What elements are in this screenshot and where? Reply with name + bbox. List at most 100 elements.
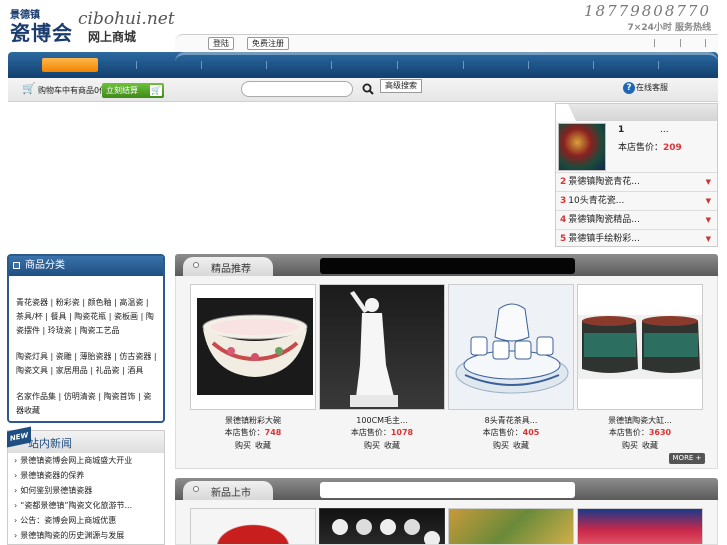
category-link[interactable]: 陶瓷首饰 [104, 392, 136, 401]
category-link[interactable]: 陶瓷花瓶 [74, 312, 106, 321]
more-button[interactable]: MORE + [669, 453, 705, 464]
product-name[interactable]: 景德镇粉彩大碗 [190, 415, 316, 427]
new-product-image[interactable] [319, 508, 445, 544]
product-actions: 购买 收藏 [319, 439, 445, 453]
plus-icon: + [695, 454, 702, 462]
category-link[interactable]: 陶瓷文具 [16, 366, 48, 375]
logo-subtitle: 网上商城 [88, 30, 137, 44]
ranking-top-price: 本店售价：209 [618, 140, 682, 153]
buy-button[interactable]: 购买 [364, 441, 380, 450]
product-image[interactable] [319, 284, 445, 410]
category-separator: | [143, 298, 149, 307]
news-item[interactable]: 景德镇陶瓷的历史渊源与发展 [8, 528, 164, 543]
price-label: 本店售价： [350, 428, 391, 437]
new-product-image[interactable] [448, 508, 574, 544]
product-name[interactable]: 100CM毛主... [319, 415, 445, 427]
news-item[interactable]: 景德镇瓷博会网上商城盛大开业 [8, 453, 164, 468]
new-arrivals-banner-bar [320, 482, 575, 498]
advanced-search-button[interactable]: 高级搜索 [380, 79, 422, 93]
product-image[interactable] [577, 284, 703, 410]
product-card: 景德镇粉彩大碗 本店售价：748 购买 收藏 [190, 284, 316, 456]
news-item[interactable]: 如何鉴别景德镇瓷器 [8, 483, 164, 498]
ranking-tab [556, 104, 576, 121]
favorite-button[interactable]: 收藏 [513, 441, 529, 450]
login-button[interactable]: 登陆 [208, 37, 234, 50]
new-arrivals-header: 新品上市 [175, 478, 718, 500]
ranking-top-name[interactable]: ... [660, 125, 669, 135]
new-arrivals-title: 新品上市 [211, 488, 251, 499]
product-card: 景德镇陶瓷大缸... 本店售价：3630 购买 收藏 [577, 284, 703, 456]
favorite-button[interactable]: 收藏 [255, 441, 271, 450]
category-link[interactable]: 礼品瓷 [96, 366, 120, 375]
category-link[interactable]: 仿明清瓷 [64, 392, 96, 401]
category-link[interactable]: 茶具/杯 [16, 312, 43, 321]
chevron-down-icon[interactable]: ▼ [706, 192, 711, 211]
cart-icon[interactable]: 🛒 [22, 83, 36, 95]
category-link[interactable]: 瓷板画 [114, 312, 138, 321]
ranking-header [556, 104, 717, 121]
product-actions: 购买 收藏 [448, 439, 574, 453]
product-card: 100CM毛主... 本店售价：1078 购买 收藏 [319, 284, 445, 456]
category-link[interactable]: 餐具 [50, 312, 66, 321]
product-image[interactable] [190, 284, 316, 410]
product-image[interactable] [448, 284, 574, 410]
category-link[interactable]: 陶瓷灯具 [16, 352, 48, 361]
buy-button[interactable]: 购买 [493, 441, 509, 450]
ranking-row[interactable]: 5 景德镇手绘粉彩... ▼ [556, 230, 717, 249]
favorite-button[interactable]: 收藏 [384, 441, 400, 450]
category-link[interactable]: 瓷雕 [56, 352, 72, 361]
search-input[interactable] [241, 81, 353, 97]
new-product-image[interactable] [577, 508, 703, 544]
top-divider [705, 39, 706, 47]
ranking-row[interactable]: 3 10头青花瓷... ▼ [556, 192, 717, 211]
price-value: 748 [264, 428, 282, 437]
ranking-number: 4 [560, 215, 567, 225]
chevron-down-icon[interactable]: ▼ [706, 211, 711, 230]
category-link[interactable]: 玲珑瓷 [48, 326, 72, 335]
news-item[interactable]: 公告：瓷博会网上商城优惠 [8, 513, 164, 528]
category-link[interactable]: 青花瓷器 [16, 298, 48, 307]
register-button[interactable]: 免费注册 [247, 37, 289, 50]
search-icon[interactable] [362, 83, 374, 95]
category-link[interactable]: 名家作品集 [16, 392, 56, 401]
category-link[interactable]: 家居用品 [56, 366, 88, 375]
top-divider [680, 39, 681, 47]
product-name[interactable]: 8头青花茶具... [448, 415, 574, 427]
category-header: 商品分类 [9, 256, 163, 276]
ranking-name: 10头青花瓷... [568, 196, 625, 206]
ranking-top-thumbnail[interactable] [558, 123, 606, 171]
product-name[interactable]: 景德镇陶瓷大缸... [577, 415, 703, 427]
category-link[interactable]: 薄胎瓷器 [80, 352, 112, 361]
product-price: 本店售价：1078 [319, 427, 445, 439]
buy-button[interactable]: 购买 [622, 441, 638, 450]
category-separator: | [48, 366, 56, 375]
chevron-down-icon[interactable]: ▼ [706, 173, 711, 192]
category-separator: | [71, 326, 80, 335]
favorite-button[interactable]: 收藏 [642, 441, 658, 450]
price-value: 1078 [390, 428, 414, 437]
news-item[interactable]: 景德镇瓷器的保养 [8, 468, 164, 483]
ranking-row[interactable]: 2 景德镇陶瓷青花... ▼ [556, 173, 717, 192]
new-product-image[interactable] [190, 508, 316, 544]
news-item[interactable]: “瓷都景德镇”陶瓷文化旅游节... [8, 498, 164, 513]
category-separator: | [95, 392, 104, 401]
category-link[interactable]: 酒具 [127, 366, 143, 375]
online-service-link[interactable]: ? 在线客服 [623, 82, 668, 94]
chevron-down-icon[interactable]: ▼ [706, 230, 711, 249]
product-price: 本店售价：748 [190, 427, 316, 439]
category-link[interactable]: 粉彩瓷 [56, 298, 80, 307]
price-value: 3630 [648, 428, 672, 437]
checkout-label: 立刻结算 [106, 86, 138, 95]
nav-item-active[interactable] [42, 58, 98, 72]
site-logo[interactable]: 景德镇 瓷博会 cibohui.net 网上商城 [8, 6, 175, 46]
category-separator: | [106, 312, 115, 321]
category-link[interactable]: 高温瓷 [119, 298, 143, 307]
category-link[interactable]: 颜色釉 [88, 298, 112, 307]
product-price: 本店售价：3630 [577, 427, 703, 439]
ranking-row[interactable]: 4 景德镇陶瓷精品... ▼ [556, 211, 717, 230]
ranking-top-item[interactable]: 1 ... 本店售价：209 [556, 121, 717, 173]
buy-button[interactable]: 购买 [235, 441, 251, 450]
category-link[interactable]: 陶瓷工艺品 [80, 326, 120, 335]
checkout-button[interactable]: 立刻结算 🛒 [102, 83, 164, 98]
category-link[interactable]: 仿古瓷器 [119, 352, 151, 361]
